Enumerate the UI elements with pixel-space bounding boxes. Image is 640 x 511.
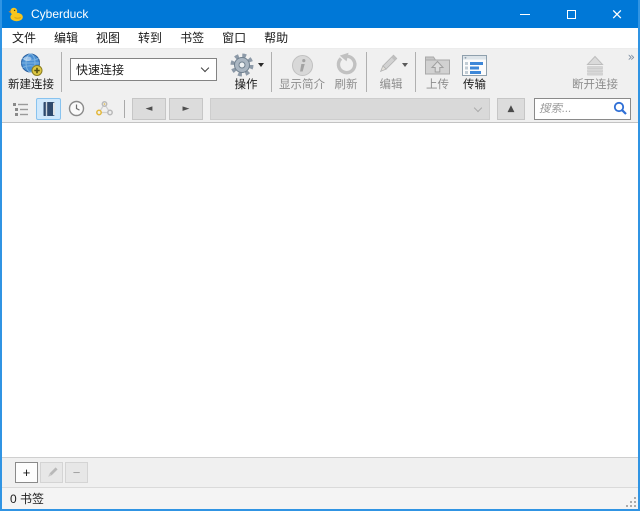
plus-icon: + <box>23 466 31 479</box>
back-button[interactable]: ◄ <box>132 98 166 120</box>
toolbar-separator <box>366 52 367 92</box>
disconnect-button[interactable]: 断开连接 <box>568 51 622 92</box>
app-duck-icon <box>8 6 24 22</box>
refresh-label: 刷新 <box>335 79 358 92</box>
menu-bookmark[interactable]: 书签 <box>171 28 213 48</box>
maximize-button[interactable] <box>548 0 594 28</box>
edit-button[interactable]: 编辑 <box>370 51 412 92</box>
upload-button[interactable]: 上传 <box>419 51 456 92</box>
toolbar-separator <box>415 52 416 92</box>
up-directory-button[interactable]: ▲ <box>497 98 525 120</box>
window-title: Cyberduck <box>31 7 88 21</box>
clock-icon <box>68 100 85 117</box>
magnifier-icon <box>613 101 628 116</box>
action-label: 操作 <box>235 79 258 92</box>
toggle-bookmarks-view-button[interactable] <box>36 98 61 120</box>
transfer-list-icon <box>460 51 489 79</box>
minus-icon: − <box>73 466 81 479</box>
search-input[interactable] <box>535 103 613 115</box>
close-icon: × <box>611 7 624 22</box>
toggle-history-view-button[interactable] <box>64 98 89 120</box>
toggle-outline-view-button[interactable] <box>8 98 33 120</box>
info-circle-icon <box>290 51 315 79</box>
minimize-icon <box>520 14 530 15</box>
gear-icon <box>228 52 256 79</box>
menubar: 文件 编辑 视图 转到 书签 窗口 帮助 <box>2 28 638 49</box>
show-info-label: 显示简介 <box>279 79 325 92</box>
globe-plus-icon <box>18 51 45 79</box>
pencil-icon <box>374 52 400 78</box>
new-connection-label: 新建连接 <box>8 79 54 92</box>
path-combobox[interactable] <box>210 98 490 120</box>
forward-arrow-icon: ► <box>183 104 190 114</box>
menu-window[interactable]: 窗口 <box>213 28 255 48</box>
cyberduck-window: Cyberduck × 文件 编辑 视图 转到 书签 窗口 帮助 <box>0 0 640 511</box>
search-box <box>534 98 631 120</box>
menu-go[interactable]: 转到 <box>129 28 171 48</box>
bookmark-list-area[interactable] <box>2 123 638 457</box>
back-arrow-icon: ◄ <box>146 104 153 114</box>
bonjour-icon <box>95 100 114 117</box>
up-arrow-icon: ▲ <box>508 104 515 114</box>
menu-file[interactable]: 文件 <box>3 28 45 48</box>
menu-edit[interactable]: 编辑 <box>45 28 87 48</box>
titlebar: Cyberduck × <box>0 0 640 28</box>
eject-icon <box>581 51 609 79</box>
disconnect-label: 断开连接 <box>572 79 618 92</box>
book-icon <box>41 100 57 118</box>
bookmark-edit-bar: + − <box>2 457 638 487</box>
toolbar-overflow-chevron[interactable]: » <box>628 50 634 64</box>
chevron-down-icon <box>474 103 482 111</box>
main-toolbar: 新建连接 快速连接 操作 <box>2 49 638 95</box>
quick-connect-combobox[interactable]: 快速连接 <box>70 58 217 81</box>
refresh-button[interactable]: 刷新 <box>329 51 363 92</box>
transfers-label: 传输 <box>463 79 486 92</box>
chevron-down-icon <box>201 64 209 72</box>
action-button[interactable]: 操作 <box>224 51 268 92</box>
upload-label: 上传 <box>426 79 449 92</box>
toolbar-separator <box>271 52 272 92</box>
close-button[interactable]: × <box>594 0 640 28</box>
show-info-button[interactable]: 显示简介 <box>275 51 329 92</box>
forward-button[interactable]: ► <box>169 98 203 120</box>
dropdown-arrow-icon <box>258 63 264 67</box>
browser-bar-separator <box>124 100 125 118</box>
menu-view[interactable]: 视图 <box>87 28 129 48</box>
dropdown-arrow-icon <box>402 63 408 67</box>
pencil-icon <box>45 466 59 480</box>
bookmark-count-label: 0 书签 <box>10 490 44 507</box>
edit-bookmark-button[interactable] <box>40 462 63 483</box>
browser-bar: ◄ ► ▲ <box>2 95 638 123</box>
new-connection-button[interactable]: 新建连接 <box>4 51 58 92</box>
maximize-icon <box>567 10 576 19</box>
edit-label: 编辑 <box>380 79 403 92</box>
refresh-icon <box>333 51 359 79</box>
status-bar: 0 书签 <box>2 487 638 509</box>
resize-grip[interactable] <box>634 505 636 507</box>
toolbar-separator <box>61 52 62 92</box>
caption-controls: × <box>502 0 640 28</box>
minimize-button[interactable] <box>502 0 548 28</box>
add-bookmark-button[interactable]: + <box>15 462 38 483</box>
remove-bookmark-button[interactable]: − <box>65 462 88 483</box>
quick-connect-value: 快速连接 <box>76 61 124 78</box>
toggle-bonjour-view-button[interactable] <box>92 98 117 120</box>
folder-upload-icon <box>423 51 452 79</box>
transfers-button[interactable]: 传输 <box>456 51 493 92</box>
menu-help[interactable]: 帮助 <box>255 28 297 48</box>
outline-list-icon <box>12 101 30 117</box>
